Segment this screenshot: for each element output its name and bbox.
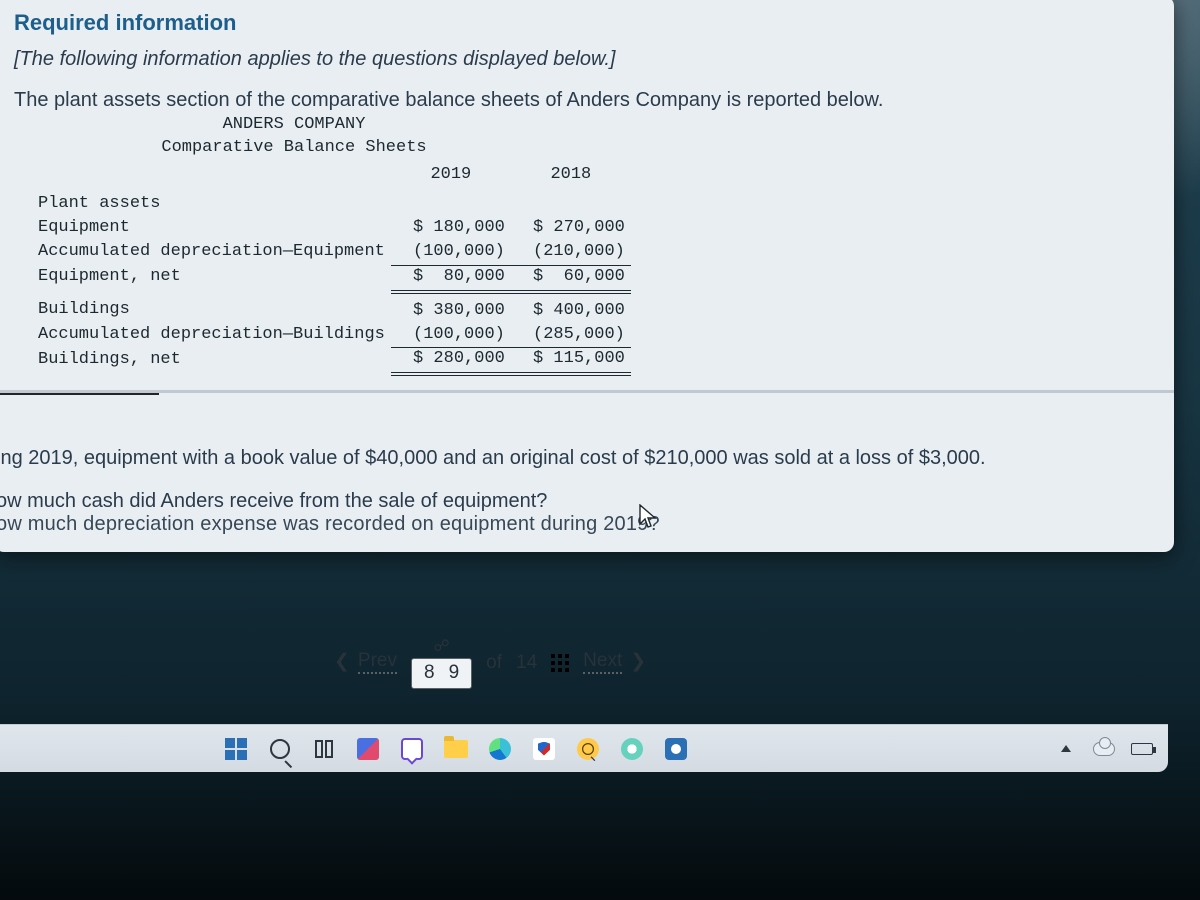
col-year-2018: 2018: [511, 162, 631, 193]
row-2018: $ 60,000: [511, 265, 631, 291]
row-2019: $ 280,000: [391, 348, 511, 374]
chevron-right-icon: ❯: [630, 650, 646, 673]
question-block: ing 2019, equipment with a book value of…: [0, 447, 1154, 536]
row-2018: $ 400,000: [511, 292, 631, 324]
balance-sheet-table: 2019 2018 Plant assets Equipment $ 180,0…: [32, 162, 631, 377]
table-row-subtotal: Buildings, net $ 280,000 $ 115,000: [32, 348, 631, 374]
row-label: Buildings, net: [32, 348, 391, 374]
row-label: Accumulated depreciation—Equipment: [32, 241, 391, 265]
edge-browser-icon[interactable]: [488, 737, 512, 761]
worksheet-panel: Required information [The following info…: [0, 0, 1174, 552]
row-2019: $ 180,000: [391, 217, 511, 241]
row-2019: (100,000): [391, 324, 511, 348]
onedrive-cloud-icon[interactable]: [1092, 737, 1116, 761]
row-label: Equipment: [32, 217, 391, 241]
of-label: of: [486, 652, 502, 674]
table-row: Accumulated depreciation—Equipment (100,…: [32, 241, 631, 265]
page-number-group: ☍ 8 9: [411, 636, 472, 689]
balance-sheet: ANDERS COMPANY Comparative Balance Sheet…: [14, 114, 1154, 376]
table-row: Equipment $ 180,000 $ 270,000: [32, 217, 631, 241]
row-2019: (100,000): [391, 241, 511, 265]
zoom-app-icon[interactable]: [576, 737, 600, 761]
expand-app-icon[interactable]: [620, 737, 644, 761]
widgets-icon[interactable]: [356, 737, 380, 761]
page-number: 9: [449, 662, 460, 684]
question-2: ow much depreciation expense was recorde…: [0, 513, 1154, 536]
camera-app-icon[interactable]: [664, 737, 688, 761]
grid-icon[interactable]: [551, 654, 569, 672]
year-header-row: 2019 2018: [32, 162, 631, 193]
page-total: 14: [516, 652, 537, 674]
taskbar: [0, 724, 1168, 772]
section-heading: Required information: [14, 10, 1154, 36]
row-2018: $ 270,000: [511, 217, 631, 241]
row-2018: $ 115,000: [511, 348, 631, 374]
table-row-subtotal: Equipment, net $ 80,000 $ 60,000: [32, 265, 631, 291]
chat-icon[interactable]: [400, 737, 424, 761]
table-row: Accumulated depreciation—Buildings (100,…: [32, 324, 631, 348]
page-number: 8: [424, 662, 435, 684]
prev-button[interactable]: ❮ Prev: [334, 650, 397, 676]
statement-title: Comparative Balance Sheets: [14, 137, 574, 160]
file-explorer-icon[interactable]: [444, 737, 468, 761]
question-context: ing 2019, equipment with a book value of…: [0, 447, 1154, 470]
col-year-2019: 2019: [391, 162, 511, 193]
pager: ❮ Prev ☍ 8 9 of 14 Next ❯: [334, 636, 646, 689]
next-button[interactable]: Next ❯: [583, 650, 646, 676]
table-row: Buildings $ 380,000 $ 400,000: [32, 292, 631, 324]
row-2019: $ 380,000: [391, 292, 511, 324]
next-label: Next: [583, 650, 622, 674]
row-label: Buildings: [32, 292, 391, 324]
row-label: Accumulated depreciation—Buildings: [32, 324, 391, 348]
lead-sentence: The plant assets section of the comparat…: [14, 89, 1154, 112]
chevron-left-icon: ❮: [334, 650, 350, 673]
prev-label: Prev: [358, 650, 397, 674]
tray-chevron-icon[interactable]: [1054, 737, 1078, 761]
page-numbers[interactable]: 8 9: [411, 658, 472, 689]
section-row: Plant assets: [32, 193, 631, 217]
row-2018: (210,000): [511, 241, 631, 265]
task-view-icon[interactable]: [312, 737, 336, 761]
row-2019: $ 80,000: [391, 265, 511, 291]
link-chain-icon: ☍: [433, 636, 449, 656]
start-button[interactable]: [224, 737, 248, 761]
question-1: ow much cash did Anders receive from the…: [0, 490, 1154, 513]
row-2018: (285,000): [511, 324, 631, 348]
search-icon[interactable]: [268, 737, 292, 761]
security-shield-icon[interactable]: [532, 737, 556, 761]
intro-note: [The following information applies to th…: [14, 48, 1154, 71]
company-name: ANDERS COMPANY: [14, 114, 574, 137]
battery-icon[interactable]: [1130, 737, 1154, 761]
divider-shadow: [0, 393, 1174, 395]
mouse-cursor-icon: [638, 504, 658, 530]
row-label: Equipment, net: [32, 265, 391, 291]
section-label: Plant assets: [32, 193, 391, 217]
